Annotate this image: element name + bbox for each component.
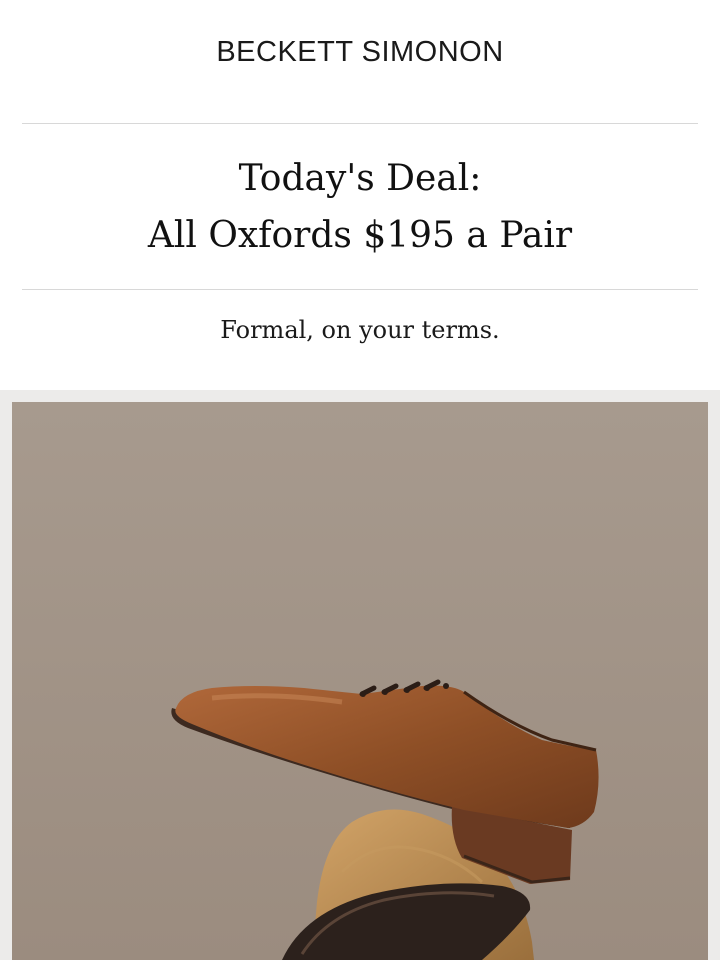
headline-line-2: All Oxfords $195 a Pair xyxy=(147,215,573,256)
oxford-shoe-illustration xyxy=(12,402,708,960)
hero-image[interactable] xyxy=(12,402,708,960)
middle-divider xyxy=(22,289,698,290)
promo-tagline: Formal, on your terms. xyxy=(220,316,500,344)
top-divider xyxy=(22,123,698,124)
promo-headline: Today's Deal: All Oxfords $195 a Pair xyxy=(0,150,720,264)
headline-line-1: Today's Deal: xyxy=(238,158,482,199)
email-page: BECKETT SIMONON Today's Deal: All Oxford… xyxy=(0,0,720,960)
brand-logo[interactable]: BECKETT SIMONON xyxy=(0,36,720,69)
